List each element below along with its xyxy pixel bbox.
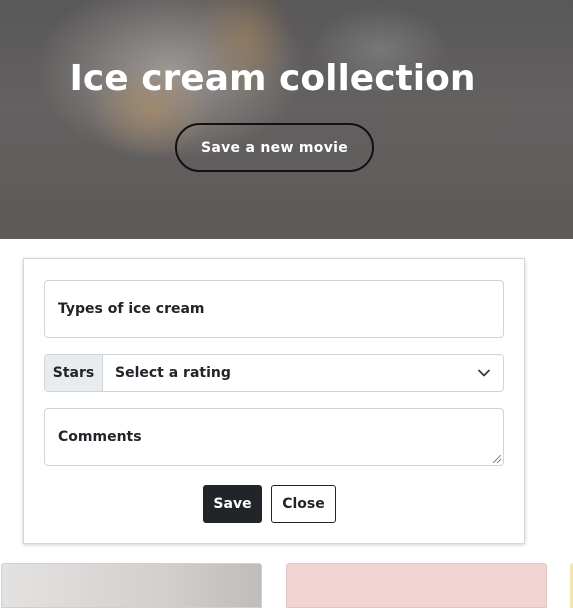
comments-textarea[interactable]: Comments [44,408,504,466]
save-new-movie-button[interactable]: Save a new movie [175,123,374,172]
types-of-ice-cream-label: Types of ice cream [58,301,205,317]
hero-banner [0,0,573,239]
stars-prefix-label: Stars [45,355,103,391]
collection-card-image[interactable] [1,563,262,608]
save-button[interactable]: Save [203,485,262,523]
collection-card-image[interactable] [286,563,547,608]
close-button[interactable]: Close [271,485,336,523]
comments-label: Comments [58,429,142,445]
rating-select[interactable]: Select a rating [103,355,503,391]
add-ice-cream-form: Types of ice cream Stars Select a rating… [23,258,525,544]
resize-grip-icon[interactable] [493,455,501,463]
chevron-down-icon [477,366,491,380]
rating-select-value: Select a rating [115,365,231,381]
rating-input-group: Stars Select a rating [44,354,504,392]
page-title: Ice cream collection [69,58,476,99]
types-of-ice-cream-input[interactable]: Types of ice cream [44,280,504,338]
